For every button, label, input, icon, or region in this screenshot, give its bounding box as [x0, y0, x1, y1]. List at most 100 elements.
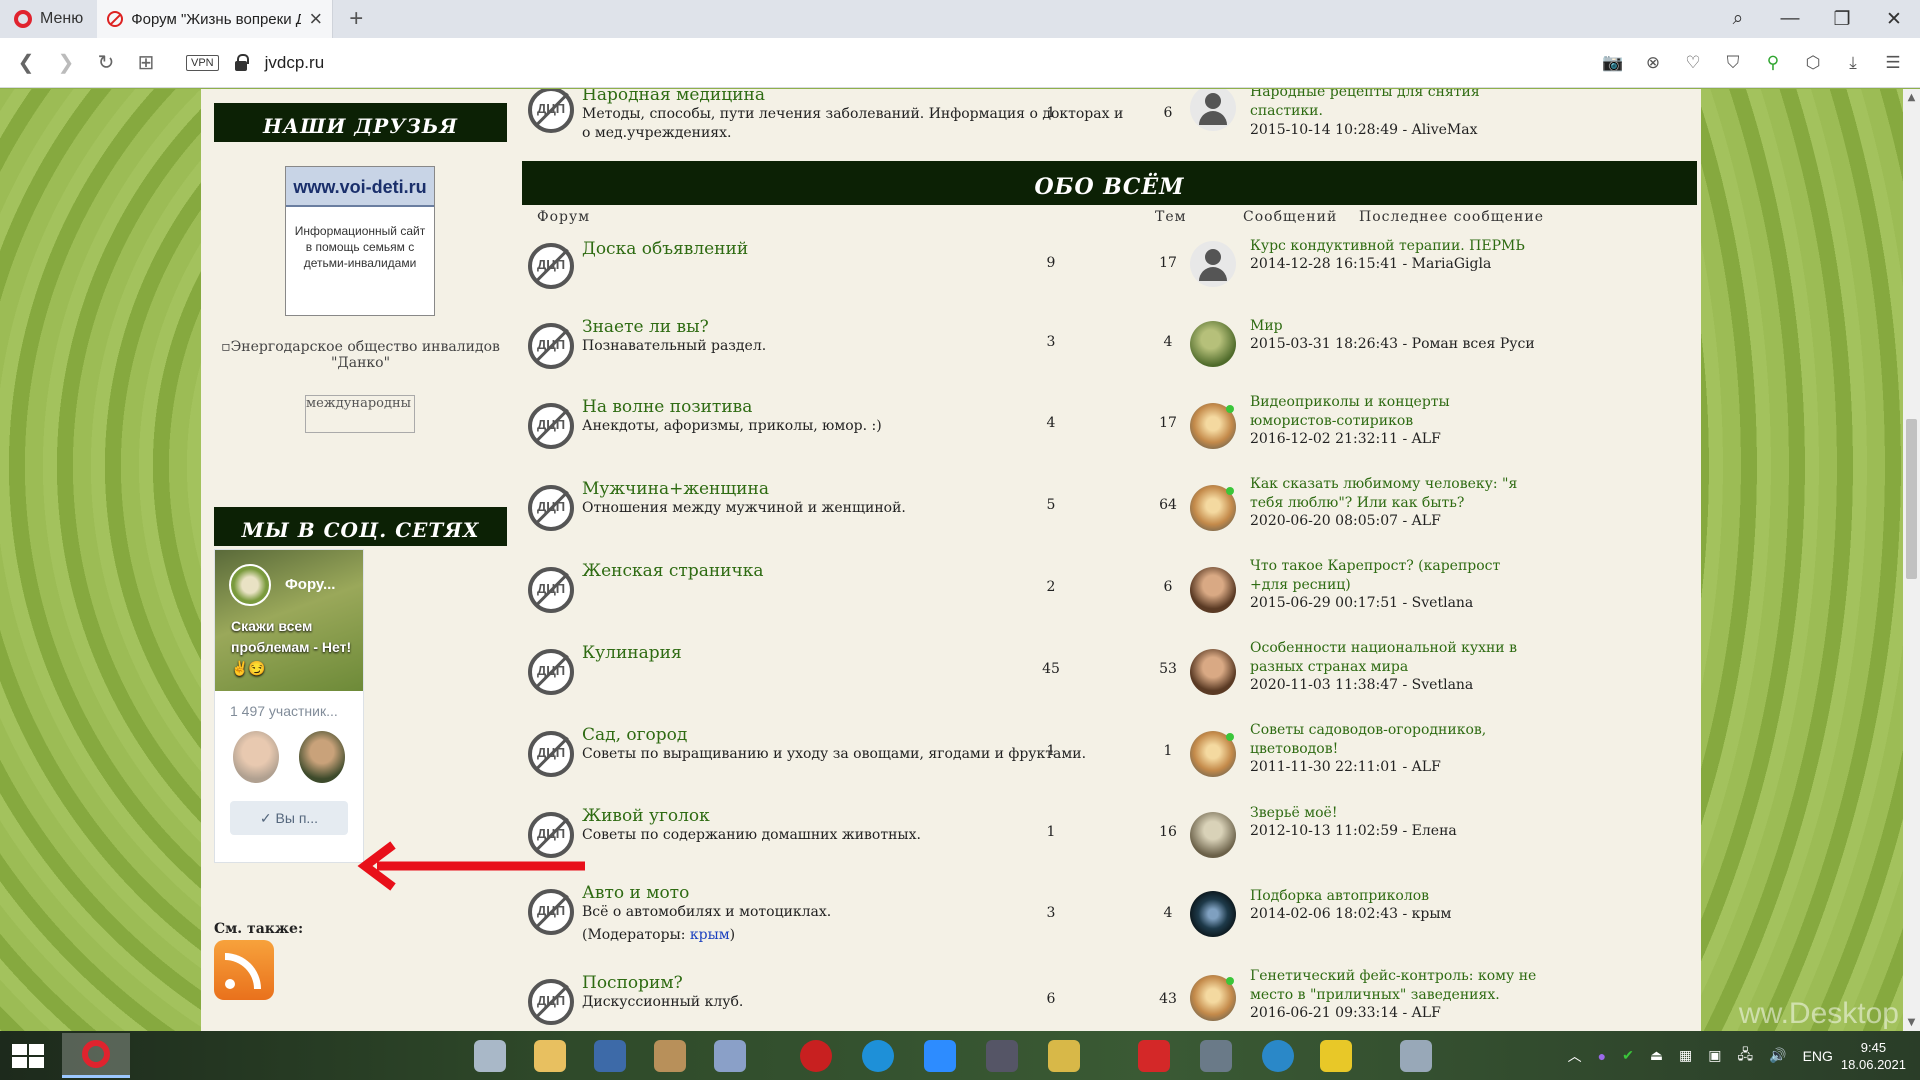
last-post-title-link[interactable]: Народные рецепты для снятия спастики.	[1250, 89, 1540, 121]
clock[interactable]: 9:45 18.06.2021	[1841, 1039, 1906, 1073]
lock-icon[interactable]	[234, 53, 249, 71]
taskbar-skype-icon[interactable]	[862, 1040, 894, 1072]
vk-members-count[interactable]: 1 497 участник...	[215, 691, 363, 719]
tray-expand-icon[interactable]: ︿	[1568, 1046, 1582, 1066]
taskbar-app-icon[interactable]	[1262, 1040, 1294, 1072]
last-poster-avatar[interactable]	[1190, 731, 1236, 777]
forum-name-link[interactable]: Кулинария	[582, 643, 682, 663]
forum-name-link[interactable]: Народная медицина	[582, 89, 765, 105]
last-post-title-link[interactable]: Особенности национальной кухни в разных …	[1250, 639, 1540, 677]
usb-icon[interactable]: ⏏	[1650, 1047, 1663, 1064]
member-avatar[interactable]	[299, 731, 345, 783]
vpn-badge[interactable]: VPN	[186, 54, 219, 71]
taskbar-app-icon[interactable]	[594, 1040, 626, 1072]
network-icon[interactable]: 🖧	[1738, 1044, 1754, 1068]
forum-name-link[interactable]: Женская страничка	[582, 561, 764, 581]
taskbar-recycle-icon[interactable]	[1400, 1040, 1432, 1072]
cube-icon[interactable]: ⬡	[1800, 53, 1826, 73]
forum-name-link[interactable]: Живой уголок	[582, 806, 710, 826]
scroll-down-arrow-icon[interactable]: ▼	[1903, 1014, 1920, 1031]
taskbar-app-icon[interactable]	[1200, 1040, 1232, 1072]
search-tabs-icon[interactable]: ⌕	[1712, 8, 1764, 30]
windows-start-icon[interactable]	[12, 1044, 44, 1068]
tray-app-icon[interactable]: ▣	[1708, 1047, 1721, 1064]
adblock-icon[interactable]: ⊗	[1640, 53, 1666, 73]
forum-name-link[interactable]: Сад, огород	[582, 725, 687, 745]
forum-name-link[interactable]: Авто и мото	[582, 883, 689, 903]
forum-name-link[interactable]: Доска объявлений	[582, 239, 748, 259]
url-field[interactable]: jvdcp.ru	[265, 53, 325, 73]
last-post-title-link[interactable]: Видеоприколы и концерты юмористов-сотири…	[1250, 393, 1540, 431]
scroll-thumb[interactable]	[1906, 419, 1917, 579]
voi-deti-banner[interactable]: www.voi-deti.ru Информационный сайт в по…	[285, 166, 435, 316]
forum-name-link[interactable]: Знаете ли вы?	[582, 317, 709, 337]
shield-icon[interactable]: ⛉	[1720, 53, 1746, 73]
last-poster-avatar[interactable]	[1190, 321, 1236, 367]
page-scrollbar[interactable]: ▲ ▼	[1903, 89, 1920, 1031]
taskbar-app-icon[interactable]	[1320, 1040, 1352, 1072]
forum-name-link[interactable]: На волне позитива	[582, 397, 752, 417]
last-poster-avatar[interactable]	[1190, 241, 1236, 287]
taskbar-mail-icon[interactable]	[1048, 1040, 1080, 1072]
opera-menu-button[interactable]: Меню	[0, 0, 97, 38]
wifi-icon[interactable]: ⚲	[1760, 53, 1786, 73]
vk-group-name[interactable]: Фору...	[285, 576, 335, 593]
vk-cover[interactable]: Фору... Скажи всем проблемам - Нет!✌😏	[215, 550, 363, 691]
vk-subscribed-button[interactable]: ✓ Вы п...	[230, 801, 348, 835]
back-arrow-icon[interactable]: ❮	[6, 50, 46, 75]
last-post-title-link[interactable]: Мир	[1250, 317, 1540, 336]
browser-tab-forum[interactable]: Форум "Жизнь вопреки Д ×	[97, 0, 334, 38]
last-poster-avatar[interactable]	[1190, 89, 1236, 131]
minimize-icon[interactable]: —	[1764, 8, 1816, 30]
forum-name-link[interactable]: Поспорим?	[582, 973, 683, 993]
forum-name-link[interactable]: Мужчина+женщина	[582, 479, 769, 499]
restore-icon[interactable]: ❐	[1816, 8, 1868, 31]
heart-icon[interactable]: ♡	[1680, 53, 1706, 73]
online-indicator	[1226, 977, 1234, 985]
last-post-title-link[interactable]: Что такое Карепрост? (карепрост +для рес…	[1250, 557, 1540, 595]
language-indicator[interactable]: ENG	[1803, 1048, 1833, 1064]
viber-icon[interactable]: ●	[1598, 1048, 1606, 1064]
close-window-icon[interactable]: ✕	[1868, 8, 1920, 31]
danko-link-image[interactable]: ▫Энергодарское общество инвалидов "Данко…	[214, 339, 507, 371]
international-link-image[interactable]: международны	[305, 395, 415, 433]
last-poster-avatar[interactable]	[1190, 403, 1236, 449]
camera-icon[interactable]: 📷	[1600, 53, 1626, 73]
taskbar-zoom-icon[interactable]	[924, 1040, 956, 1072]
reload-icon[interactable]: ↻	[86, 50, 126, 75]
last-post-title-link[interactable]: Зверьё моё!	[1250, 804, 1540, 823]
moderator-link[interactable]: крым	[690, 927, 730, 943]
rss-icon[interactable]	[214, 940, 274, 1000]
last-poster-avatar[interactable]	[1190, 891, 1236, 937]
last-post-title-link[interactable]: Как сказать любимому человеку: "я тебя л…	[1250, 475, 1540, 513]
tab-close-icon[interactable]: ×	[309, 6, 322, 32]
easy-setup-icon[interactable]: ☰	[1880, 53, 1906, 73]
last-post-title-link[interactable]: Подборка автоприколов	[1250, 887, 1540, 906]
taskbar-folder-icon[interactable]	[534, 1040, 566, 1072]
last-post-title-link[interactable]: Курс кондуктивной терапии. ПЕРМЬ	[1250, 237, 1540, 256]
member-avatar[interactable]	[233, 731, 279, 783]
last-poster-avatar[interactable]	[1190, 975, 1236, 1021]
taskbar-explorer-icon[interactable]	[474, 1040, 506, 1072]
taskbar-app-icon[interactable]	[654, 1040, 686, 1072]
last-poster-avatar[interactable]	[1190, 812, 1236, 858]
taskbar-r-app-icon[interactable]	[1138, 1040, 1170, 1072]
tabs-grid-icon[interactable]: ⊞	[126, 50, 166, 75]
forward-arrow-icon[interactable]: ❯	[46, 50, 86, 75]
last-post-title-link[interactable]: Советы садоводов-огородников, цветоводов…	[1250, 721, 1540, 759]
download-icon[interactable]: ⤓	[1840, 53, 1866, 73]
scroll-up-arrow-icon[interactable]: ▲	[1903, 89, 1920, 106]
last-poster-avatar[interactable]	[1190, 485, 1236, 531]
last-poster-avatar[interactable]	[1190, 649, 1236, 695]
taskbar-opera-gx-icon[interactable]	[800, 1040, 832, 1072]
security-check-icon[interactable]: ✔	[1622, 1047, 1634, 1064]
last-poster-avatar[interactable]	[1190, 567, 1236, 613]
last-post-title-link[interactable]: Генетический фейс-контроль: кому не мест…	[1250, 967, 1550, 1005]
taskbar-opera-icon[interactable]	[62, 1033, 130, 1078]
taskbar-notepad-icon[interactable]	[714, 1040, 746, 1072]
volume-icon[interactable]: 🔊	[1769, 1047, 1786, 1064]
new-tab-plus-icon[interactable]: +	[333, 5, 379, 33]
tray-app-icon[interactable]: ▦	[1679, 1047, 1692, 1064]
taskbar-gauge-icon[interactable]	[986, 1040, 1018, 1072]
vk-group-avatar[interactable]	[229, 564, 271, 606]
